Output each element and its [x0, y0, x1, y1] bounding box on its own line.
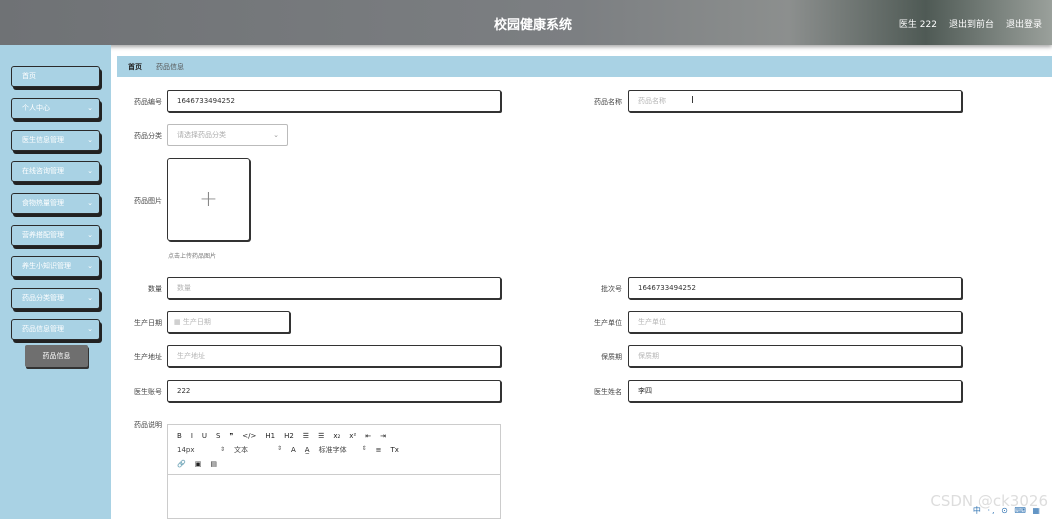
superscript-icon[interactable]: x²	[349, 432, 356, 440]
chevron-down-icon: ⌄	[87, 294, 93, 302]
doctor-name-label: 医生姓名	[594, 388, 622, 396]
sidebar-item-label: 营养搭配管理	[22, 231, 64, 239]
sidebar-item-doctor[interactable]: 医生信息管理 ⌄	[11, 130, 100, 151]
outdent-icon[interactable]: ⇤	[365, 432, 371, 440]
image-upload[interactable]: +	[167, 158, 250, 241]
qty-label: 数量	[148, 285, 162, 293]
breadcrumb: 首页 药品信息	[117, 56, 1052, 77]
top-header: 校园健康系统 医生 222 退出到前台 退出登录	[0, 0, 1052, 45]
logout-link[interactable]: 退出登录	[1006, 17, 1042, 30]
prod-date-picker[interactable]: ▦ 生产日期	[167, 311, 290, 333]
indent-icon[interactable]: ⇥	[380, 432, 386, 440]
chevron-down-icon: ⌄	[87, 262, 93, 270]
subscript-icon[interactable]: x₂	[333, 432, 340, 440]
chevron-down-icon: ⌄	[87, 199, 93, 207]
text-cursor-icon: I	[691, 95, 694, 106]
shelf-input[interactable]: 保质期	[628, 345, 962, 367]
category-select[interactable]: 请选择药品分类 ⌄	[167, 124, 288, 146]
sidebar-item-drug-category[interactable]: 药品分类管理 ⌄	[11, 288, 100, 309]
desc-label: 药品说明	[134, 421, 162, 429]
chevron-down-icon: ⌄	[273, 131, 279, 139]
category-placeholder: 请选择药品分类	[177, 131, 226, 139]
sidebar: 首页 个人中心 ⌄ 医生信息管理 ⌄ 在线咨询管理 ⌄ 食物热量管理 ⌄ 营养搭配管理 ⌄…	[0, 45, 111, 519]
app-title: 校园健康系统	[493, 18, 572, 33]
maker-input[interactable]: 生产单位	[628, 311, 962, 333]
address-input[interactable]: 生产地址	[167, 345, 501, 367]
italic-icon[interactable]: I	[191, 432, 193, 440]
font-size-select[interactable]: 14px	[177, 446, 225, 454]
chevron-down-icon: ⌄	[87, 104, 93, 112]
batch-label: 批次号	[601, 285, 622, 293]
maker-label: 生产单位	[594, 319, 622, 327]
font-family-select[interactable]: 标准字体	[319, 445, 367, 455]
sidebar-item-drug-info[interactable]: 药品信息管理 ⌄	[11, 319, 100, 340]
sidebar-item-label: 药品分类管理	[22, 294, 64, 302]
h2-icon[interactable]: H2	[284, 432, 294, 440]
sidebar-item-nutrition[interactable]: 营养搭配管理 ⌄	[11, 225, 100, 246]
header-actions: 医生 222 退出到前台 退出登录	[899, 17, 1042, 30]
link-icon[interactable]: 🔗	[177, 460, 186, 468]
sidebar-item-health-tips[interactable]: 养生小知识管理 ⌄	[11, 256, 100, 277]
rich-text-editor[interactable]: B I U S ❞ </> H1 H2 ☰ ☰ x₂ x² ⇤ ⇥ 14px 文…	[167, 424, 501, 519]
sidebar-item-personal[interactable]: 个人中心 ⌄	[11, 98, 100, 119]
sidebar-item-label: 药品信息管理	[22, 325, 64, 333]
batch-input[interactable]: 1646733494252	[628, 277, 962, 299]
doctor-name-input[interactable]: 李四	[628, 380, 962, 402]
breadcrumb-current: 药品信息	[156, 62, 184, 71]
exit-to-front-link[interactable]: 退出到前台	[949, 17, 994, 30]
bold-icon[interactable]: B	[177, 432, 182, 440]
code-icon[interactable]: </>	[242, 432, 256, 440]
clear-format-icon[interactable]: Tx	[390, 446, 398, 454]
shelf-label: 保质期	[601, 353, 622, 361]
sidebar-item-home[interactable]: 首页	[11, 66, 100, 87]
ordered-list-icon[interactable]: ☰	[303, 432, 309, 440]
sidebar-item-label: 食物热量管理	[22, 199, 64, 207]
sidebar-item-label: 个人中心	[22, 104, 50, 112]
system-tray: 中 ·, ⊙ ⌨ ▦	[972, 506, 1042, 515]
sidebar-item-consult[interactable]: 在线咨询管理 ⌄	[11, 161, 100, 182]
bullet-list-icon[interactable]: ☰	[318, 432, 324, 440]
background-color-icon[interactable]: A̲	[305, 446, 310, 454]
breadcrumb-home[interactable]: 首页	[128, 62, 142, 72]
sidebar-item-label: 首页	[22, 72, 36, 80]
chevron-down-icon: ⌄	[87, 136, 93, 144]
plus-icon: +	[199, 187, 218, 212]
video-icon[interactable]: ▤	[210, 460, 217, 468]
qty-input[interactable]: 数量	[167, 277, 501, 299]
name-label: 药品名称	[594, 98, 622, 106]
h1-icon[interactable]: H1	[265, 432, 275, 440]
category-label: 药品分类	[134, 132, 162, 140]
align-icon[interactable]: ≡	[376, 446, 382, 454]
doctor-account-label: 医生账号	[134, 388, 162, 396]
sidebar-item-food[interactable]: 食物热量管理 ⌄	[11, 193, 100, 214]
image-label: 药品图片	[134, 197, 162, 205]
sidebar-item-label: 在线咨询管理	[22, 167, 64, 175]
doctor-account-input[interactable]: 222	[167, 380, 501, 402]
text-color-icon[interactable]: A	[291, 446, 296, 454]
editor-toolbar: B I U S ❞ </> H1 H2 ☰ ☰ x₂ x² ⇤ ⇥ 14px 文…	[168, 425, 500, 475]
sidebar-item-label: 养生小知识管理	[22, 262, 71, 270]
chevron-down-icon: ⌄	[87, 325, 93, 333]
sidebar-item-label: 医生信息管理	[22, 136, 64, 144]
underline-icon[interactable]: U	[202, 432, 207, 440]
code-input[interactable]: 1646733494252	[167, 90, 501, 112]
prod-date-placeholder: 生产日期	[182, 318, 211, 326]
code-label: 药品编号	[134, 98, 162, 106]
strike-icon[interactable]: S	[216, 432, 220, 440]
chevron-down-icon: ⌄	[87, 231, 93, 239]
chevron-down-icon: ⌄	[87, 167, 93, 175]
name-input[interactable]: 药品名称	[628, 90, 962, 112]
quote-icon[interactable]: ❞	[229, 432, 233, 440]
calendar-icon: ▦	[174, 318, 183, 326]
user-name: 医生 222	[898, 20, 937, 30]
block-format-select[interactable]: 文本	[234, 445, 282, 455]
upload-hint: 点击上传药品图片	[168, 253, 217, 260]
image-icon[interactable]: ▣	[195, 460, 202, 468]
sidebar-subitem-drug-info[interactable]: 药品信息	[25, 345, 88, 367]
address-label: 生产地址	[134, 353, 162, 361]
prod-date-label: 生产日期	[134, 319, 162, 327]
